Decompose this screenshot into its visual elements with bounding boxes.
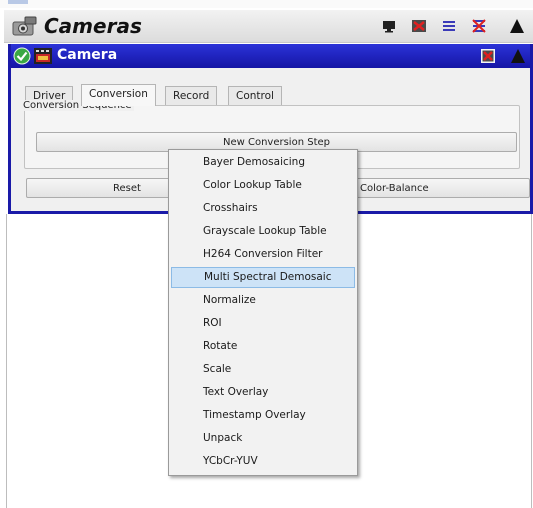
menu-item-color-lookup-table[interactable]: Color Lookup Table [171, 175, 355, 196]
camera-panel-title: Camera [57, 47, 118, 63]
menu-item-roi[interactable]: ROI [171, 313, 355, 334]
menu-item-unpack[interactable]: Unpack [171, 428, 355, 449]
tab-conversion[interactable]: Conversion [81, 84, 156, 106]
cameras-title-bar: Cameras [4, 10, 533, 43]
collapse-triangle-icon[interactable] [509, 18, 525, 34]
camera-title-bar: Camera [11, 44, 530, 68]
crossed-lines-icon[interactable] [471, 18, 487, 34]
menu-item-bayer-demosaicing[interactable]: Bayer Demosaicing [171, 152, 355, 173]
tab-control[interactable]: Control [228, 86, 282, 105]
check-icon [13, 47, 31, 65]
collapse-triangle-icon[interactable] [510, 48, 526, 64]
menu-item-crosshairs[interactable]: Crosshairs [171, 198, 355, 219]
menu-item-text-overlay[interactable]: Text Overlay [171, 382, 355, 403]
menu-item-multi-spectral-demosaic[interactable]: Multi Spectral Demosaic [171, 267, 355, 288]
film-icon [34, 48, 52, 64]
top-strip [0, 0, 533, 8]
menu-item-timestamp-overlay[interactable]: Timestamp Overlay [171, 405, 355, 426]
menu-item-h264-conversion-filter[interactable]: H264 Conversion Filter [171, 244, 355, 265]
cameras-window-title: Cameras [44, 14, 142, 38]
menu-item-ycbcr-yuv[interactable]: YCbCr-YUV [171, 451, 355, 472]
menu-item-rotate[interactable]: Rotate [171, 336, 355, 357]
menu-item-normalize[interactable]: Normalize [171, 290, 355, 311]
close-window-icon[interactable] [411, 18, 427, 34]
top-strip-fragment [8, 0, 28, 4]
menu-item-scale[interactable]: Scale [171, 359, 355, 380]
close-window-icon[interactable] [480, 48, 496, 64]
menu-item-grayscale-lookup-table[interactable]: Grayscale Lookup Table [171, 221, 355, 242]
conversion-step-menu: Bayer Demosaicing Color Lookup Table Cro… [168, 149, 358, 476]
monitor-icon[interactable] [381, 18, 397, 34]
menu-icon[interactable] [441, 18, 457, 34]
tab-record[interactable]: Record [165, 86, 218, 105]
cameras-icon [12, 16, 37, 36]
